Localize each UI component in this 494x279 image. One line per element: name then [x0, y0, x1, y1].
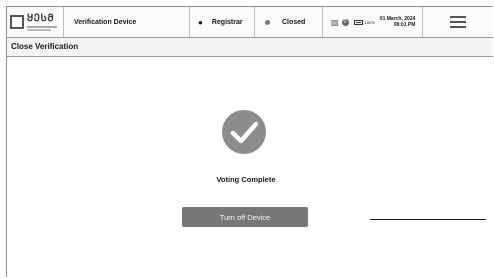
top-status-bar: ᲧᲔᲡᲛ Verification Device ● Registrar Clo…: [7, 7, 493, 38]
status-dot-icon: [265, 19, 270, 25]
logo-text: ᲧᲔᲡᲛ: [27, 12, 55, 24]
hamburger-menu-icon: [450, 16, 466, 28]
system-tray: ▧ 0 100% 01 March, 2024 08:01 PM: [323, 7, 423, 37]
notification-badge: 0: [341, 18, 349, 26]
logo-icon: [10, 15, 24, 29]
network-icon: ▧: [331, 17, 339, 27]
battery-icon: [353, 19, 363, 25]
datetime: 01 March, 2024 08:01 PM: [380, 16, 416, 29]
checkmark-circle-icon: [222, 110, 266, 154]
logo: ᲧᲔᲡᲛ: [7, 7, 64, 37]
user-role: ● Registrar: [190, 7, 255, 37]
user-role-label: Registrar: [211, 18, 243, 26]
callout-line: [370, 219, 486, 220]
voting-complete-message: Voting Complete: [216, 175, 276, 184]
user-icon: ●: [198, 17, 203, 27]
time-label: 08:01 PM: [393, 22, 416, 28]
turn-off-device-button[interactable]: Turn off Device: [182, 207, 308, 227]
status-label: Closed: [282, 18, 306, 26]
battery-percent: 100%: [364, 19, 375, 25]
device-title: Verification Device: [64, 7, 190, 37]
session-status: Closed: [255, 7, 323, 37]
menu-button[interactable]: [423, 7, 493, 37]
page-title: Close Verification: [7, 38, 493, 57]
